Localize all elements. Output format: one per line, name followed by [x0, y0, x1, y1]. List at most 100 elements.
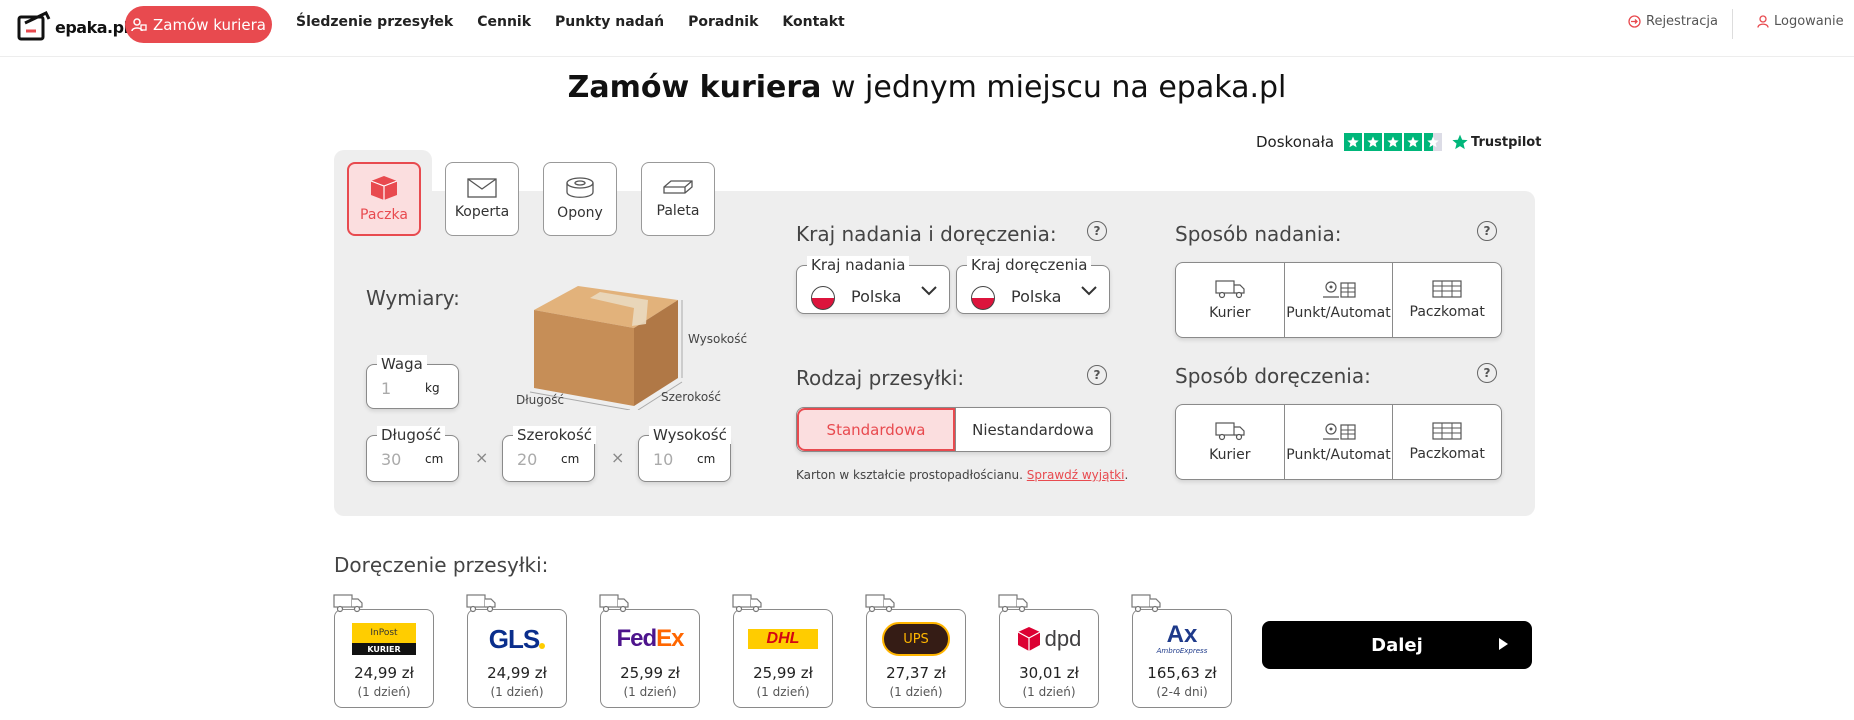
delivery-method-point[interactable]: Punkt/Automat [1283, 405, 1393, 479]
truck-icon [599, 594, 629, 613]
box-height-label: Wysokość [688, 332, 748, 346]
star-icon [1404, 133, 1423, 151]
pallet-icon [663, 180, 693, 194]
height-input[interactable]: 10 [653, 450, 673, 469]
star-icon [1384, 133, 1403, 151]
parcel-type-tires[interactable]: Opony [543, 162, 617, 236]
trustpilot-rating-text: Doskonała [1256, 133, 1335, 151]
delivery-method-courier[interactable]: Kurier [1176, 405, 1284, 479]
length-unit: cm [425, 452, 444, 466]
login-link[interactable]: Logowanie [1757, 14, 1844, 29]
length-input[interactable]: 30 [381, 450, 401, 469]
times-sign: × [475, 448, 489, 467]
send-method-title: Sposób nadania: [1175, 222, 1342, 246]
carrier-card-dhl[interactable]: DHL 25,99 zł (1 dzień) [732, 594, 833, 708]
send-method-options: Kurier Punkt/Automat Paczkomat [1175, 262, 1502, 338]
parcel-type-label: Paczka [360, 207, 408, 223]
nav-pricing[interactable]: Cennik [477, 14, 531, 30]
parcel-type-envelope[interactable]: Koperta [445, 162, 519, 236]
register-link[interactable]: Rejestracja [1628, 14, 1718, 29]
width-unit: cm [561, 452, 580, 466]
destination-country-label: Kraj doręczenia [967, 256, 1092, 274]
point-locker-icon [1322, 281, 1356, 298]
chevron-down-icon [921, 286, 937, 296]
carrier-price: 24,99 zł [487, 664, 547, 682]
star-icon [1344, 133, 1363, 151]
carrier-card-inpost[interactable]: InPost KURIER 24,99 zł (1 dzień) [333, 594, 434, 708]
delivery-method-title: Sposób doręczenia: [1175, 364, 1371, 388]
shipment-type-standard[interactable]: Standardowa [797, 408, 955, 451]
send-method-label: Kurier [1209, 305, 1251, 321]
weight-unit: kg [425, 381, 440, 395]
page-title: Zamów kuriera w jednym miejscu na epaka.… [0, 70, 1854, 105]
send-method-help-icon[interactable]: ? [1477, 221, 1497, 241]
register-label: Rejestracja [1646, 14, 1718, 29]
parcel-locker-icon [1432, 422, 1462, 440]
destination-country-value: Polska [1011, 287, 1062, 306]
width-input[interactable]: 20 [517, 450, 537, 469]
trustpilot-rating[interactable]: Doskonała Trustpilot [1256, 133, 1541, 151]
height-field[interactable]: Wysokość 10 cm [638, 426, 731, 482]
nav-drop-points[interactable]: Punkty nadań [555, 14, 664, 30]
shipment-type-help-icon[interactable]: ? [1087, 365, 1107, 385]
delivery-method-parcel-locker[interactable]: Paczkomat [1392, 405, 1501, 479]
parcel-type-label: Paleta [656, 203, 700, 219]
nav-contact[interactable]: Kontakt [782, 14, 844, 30]
next-button[interactable]: Dalej [1262, 621, 1532, 669]
countries-title: Kraj nadania i doręczenia: [796, 222, 1057, 246]
shipment-type-nonstandard[interactable]: Niestandardowa [955, 408, 1110, 451]
shipment-type-note-text: Karton w kształcie prostopadłościanu. [796, 468, 1023, 482]
width-field[interactable]: Szerokość 20 cm [502, 426, 597, 482]
carrier-card-gls[interactable]: GLS 24,99 zł (1 dzień) [466, 594, 567, 708]
nav-guide[interactable]: Poradnik [688, 14, 758, 30]
send-method-courier[interactable]: Kurier [1176, 263, 1284, 337]
carrier-delivery-time: (1 dzień) [490, 685, 544, 699]
weight-input[interactable]: 1 [381, 379, 391, 398]
carrier-card-ambro[interactable]: Ax AmbroExpress 165,63 zł (2-4 dni) [1131, 594, 1232, 708]
weight-field[interactable]: Waga 1 kg [366, 355, 459, 409]
countries-help-icon[interactable]: ? [1087, 221, 1107, 241]
page-title-rest: w jednym miejscu na epaka.pl [821, 70, 1287, 105]
parcel-type-box[interactable]: Paczka [347, 162, 421, 236]
box-icon [370, 176, 398, 200]
dhl-logo: DHL [748, 622, 818, 656]
trustpilot-brand: Trustpilot [1471, 134, 1542, 150]
nav-tracking[interactable]: Śledzenie przesyłek [296, 14, 453, 30]
carrier-delivery-time: (1 dzień) [623, 685, 677, 699]
carrier-delivery-time: (2-4 dni) [1156, 685, 1208, 699]
carrier-price: 24,99 zł [354, 664, 414, 682]
header-divider [1732, 9, 1733, 39]
truck-icon [1215, 422, 1245, 441]
carrier-price: 27,37 zł [886, 664, 946, 682]
carrier-card-ups[interactable]: UPS 27,37 zł (1 dzień) [865, 594, 966, 708]
send-method-point[interactable]: Punkt/Automat [1283, 263, 1393, 337]
carrier-card-dpd[interactable]: dpd 30,01 zł (1 dzień) [998, 594, 1099, 708]
dpd-cube-icon [1017, 627, 1040, 651]
destination-country-select[interactable]: Kraj doręczenia Polska [956, 256, 1110, 314]
delivery-method-label: Kurier [1209, 447, 1251, 463]
parcel-type-label: Opony [557, 205, 603, 221]
login-label: Logowanie [1774, 14, 1844, 29]
poland-flag-icon [811, 286, 835, 310]
site-logo[interactable]: epaka.pl [16, 9, 129, 45]
chevron-down-icon [1081, 286, 1097, 296]
truck-icon [998, 594, 1028, 613]
carrier-card-fedex[interactable]: Fed Ex 25,99 zł (1 dzień) [599, 594, 700, 708]
origin-country-select[interactable]: Kraj nadania Polska [796, 256, 950, 314]
gls-logo-text: GLS [488, 623, 540, 654]
poland-flag-icon [971, 286, 995, 310]
fedex-logo-ex: Ex [656, 625, 684, 652]
delivery-method-label: Punkt/Automat [1286, 447, 1391, 463]
order-courier-button[interactable]: Zamów kuriera [125, 6, 272, 43]
user-icon [1757, 15, 1769, 28]
order-courier-label: Zamów kuriera [153, 15, 266, 34]
top-navbar [0, 0, 1854, 57]
exceptions-link[interactable]: Sprawdź wyjątki [1027, 468, 1125, 482]
shipment-type-toggle: Standardowa Niestandardowa [796, 407, 1111, 452]
length-field[interactable]: Długość 30 cm [366, 426, 459, 482]
send-method-parcel-locker[interactable]: Paczkomat [1392, 263, 1501, 337]
parcel-type-pallet[interactable]: Paleta [641, 162, 715, 236]
carrier-delivery-time: (1 dzień) [1022, 685, 1076, 699]
delivery-method-help-icon[interactable]: ? [1477, 363, 1497, 383]
origin-country-value: Polska [851, 287, 902, 306]
